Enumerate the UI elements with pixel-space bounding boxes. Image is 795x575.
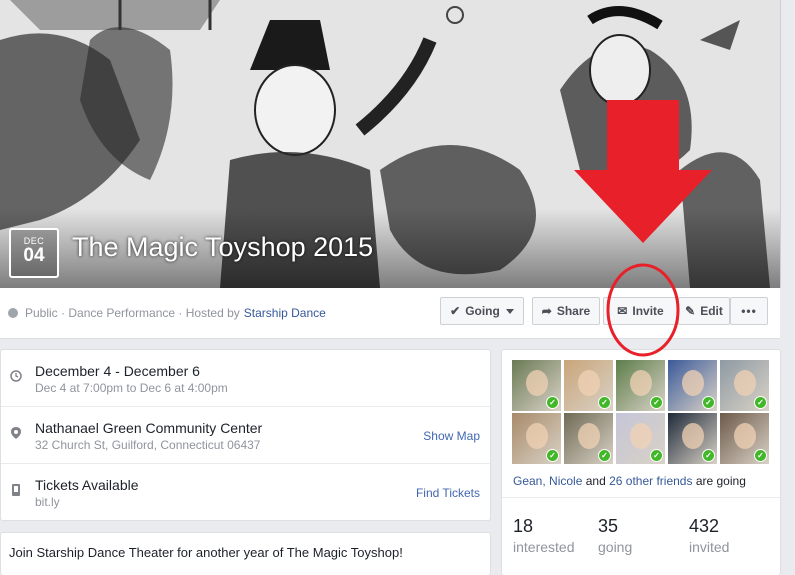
friend-photo[interactable]: ✓ — [564, 360, 613, 411]
going-suffix: are going — [695, 474, 746, 488]
stat-label: invited — [689, 539, 730, 555]
avatar — [578, 423, 600, 449]
going-check-icon: ✓ — [546, 449, 559, 462]
going-check-icon: ✓ — [702, 396, 715, 409]
avatar — [630, 423, 652, 449]
location-address: 32 Church St, Guilford, Connecticut 0643… — [35, 438, 261, 452]
event-title: The Magic Toyshop 2015 — [72, 232, 374, 262]
share-label: Share — [556, 304, 591, 318]
friend-photo[interactable]: ✓ — [512, 413, 561, 464]
globe-icon — [8, 308, 18, 318]
more-label: ••• — [741, 304, 757, 318]
hosted-by-label: Hosted by — [185, 306, 240, 320]
avatar — [526, 423, 548, 449]
event-location-row: Nathanael Green Community Center 32 Chur… — [1, 407, 490, 464]
edit-label: Edit — [700, 304, 723, 318]
chevron-down-icon — [505, 308, 514, 314]
tickets-source: bit.ly — [35, 495, 60, 509]
event-details-card: December 4 - December 6 Dec 4 at 7:00pm … — [0, 349, 491, 521]
tickets-title: Tickets Available — [35, 477, 139, 493]
stat-number: 432 — [689, 516, 720, 536]
event-cover-photo: DEC 04 The Magic Toyshop 2015 — [0, 0, 781, 288]
friend-names-link[interactable]: Gean, Nicole — [513, 474, 582, 488]
going-check-icon: ✓ — [598, 449, 611, 462]
privacy-label: Public — [25, 306, 58, 320]
avatar — [526, 370, 548, 396]
avatar — [682, 370, 704, 396]
stat-label: going — [598, 539, 633, 555]
envelope-icon: ✉ — [617, 304, 628, 318]
clock-icon — [10, 370, 22, 382]
show-map-link[interactable]: Show Map — [423, 429, 480, 443]
event-meta: Public · Dance Performance · Hosted by S… — [8, 306, 326, 320]
going-check-icon: ✓ — [754, 396, 767, 409]
avatar — [682, 423, 704, 449]
invite-label: Invite — [632, 304, 664, 318]
event-description-card: Join Starship Dance Theater for another … — [0, 532, 491, 575]
friend-photo[interactable]: ✓ — [668, 360, 717, 411]
friend-photo[interactable]: ✓ — [720, 360, 769, 411]
friend-photo[interactable]: ✓ — [616, 360, 665, 411]
more-options-button[interactable]: ••• — [730, 297, 768, 325]
event-time-row: December 4 - December 6 Dec 4 at 7:00pm … — [1, 350, 490, 407]
share-button[interactable]: ➦ Share — [532, 297, 600, 325]
date-day: 04 — [23, 245, 45, 266]
friends-going-text: Gean, Nicole and 26 other friends are go… — [513, 474, 746, 488]
map-pin-icon — [11, 427, 21, 439]
event-time-title: December 4 - December 6 — [35, 363, 200, 379]
friend-photo[interactable]: ✓ — [564, 413, 613, 464]
edit-button[interactable]: ✎ Edit — [678, 297, 730, 325]
location-name[interactable]: Nathanael Green Community Center — [35, 420, 262, 436]
stat-interested[interactable]: 18 interested — [513, 516, 574, 555]
avatar — [734, 370, 756, 396]
ticket-icon — [12, 484, 20, 496]
going-check-icon: ✓ — [754, 449, 767, 462]
host-link[interactable]: Starship Dance — [244, 306, 326, 320]
meta-separator: · — [57, 306, 69, 320]
other-friends-link[interactable]: 26 other friends — [609, 474, 692, 488]
and-label: and — [585, 474, 606, 488]
divider — [502, 497, 780, 498]
check-icon: ✔ — [450, 304, 461, 318]
event-tickets-row: Tickets Available bit.ly Find Tickets — [1, 464, 490, 520]
event-time-sub: Dec 4 at 7:00pm to Dec 6 at 4:00pm — [35, 381, 228, 395]
going-check-icon: ✓ — [702, 449, 715, 462]
meta-separator: · — [175, 306, 186, 320]
stat-number: 18 — [513, 516, 534, 536]
friend-photo[interactable]: ✓ — [512, 360, 561, 411]
invite-button[interactable]: ✉ Invite — [603, 297, 678, 325]
going-button[interactable]: ✔ Going — [440, 297, 524, 325]
going-check-icon: ✓ — [546, 396, 559, 409]
event-date-badge: DEC 04 — [9, 228, 59, 278]
friend-photo[interactable]: ✓ — [668, 413, 717, 464]
going-check-icon: ✓ — [650, 396, 663, 409]
going-check-icon: ✓ — [598, 396, 611, 409]
friend-photo[interactable]: ✓ — [720, 413, 769, 464]
avatar — [630, 370, 652, 396]
going-check-icon: ✓ — [650, 449, 663, 462]
avatar — [578, 370, 600, 396]
going-label: Going — [465, 304, 500, 318]
find-tickets-link[interactable]: Find Tickets — [416, 486, 480, 500]
stat-invited[interactable]: 432 invited — [689, 516, 729, 555]
stat-label: interested — [513, 539, 575, 555]
friends-going-card: ✓ ✓ ✓ ✓ ✓ ✓ ✓ ✓ ✓ ✓ Gean, Nicole and 26 other fri… — [501, 349, 781, 575]
stat-number: 35 — [598, 516, 619, 536]
pencil-icon: ✎ — [685, 304, 696, 318]
event-description: Join Starship Dance Theater for another … — [9, 545, 403, 560]
friend-photo[interactable]: ✓ — [616, 413, 665, 464]
stat-going[interactable]: 35 going — [598, 516, 632, 555]
avatar — [734, 423, 756, 449]
category-label: Dance Performance — [68, 306, 176, 320]
share-arrow-icon: ➦ — [541, 304, 552, 318]
